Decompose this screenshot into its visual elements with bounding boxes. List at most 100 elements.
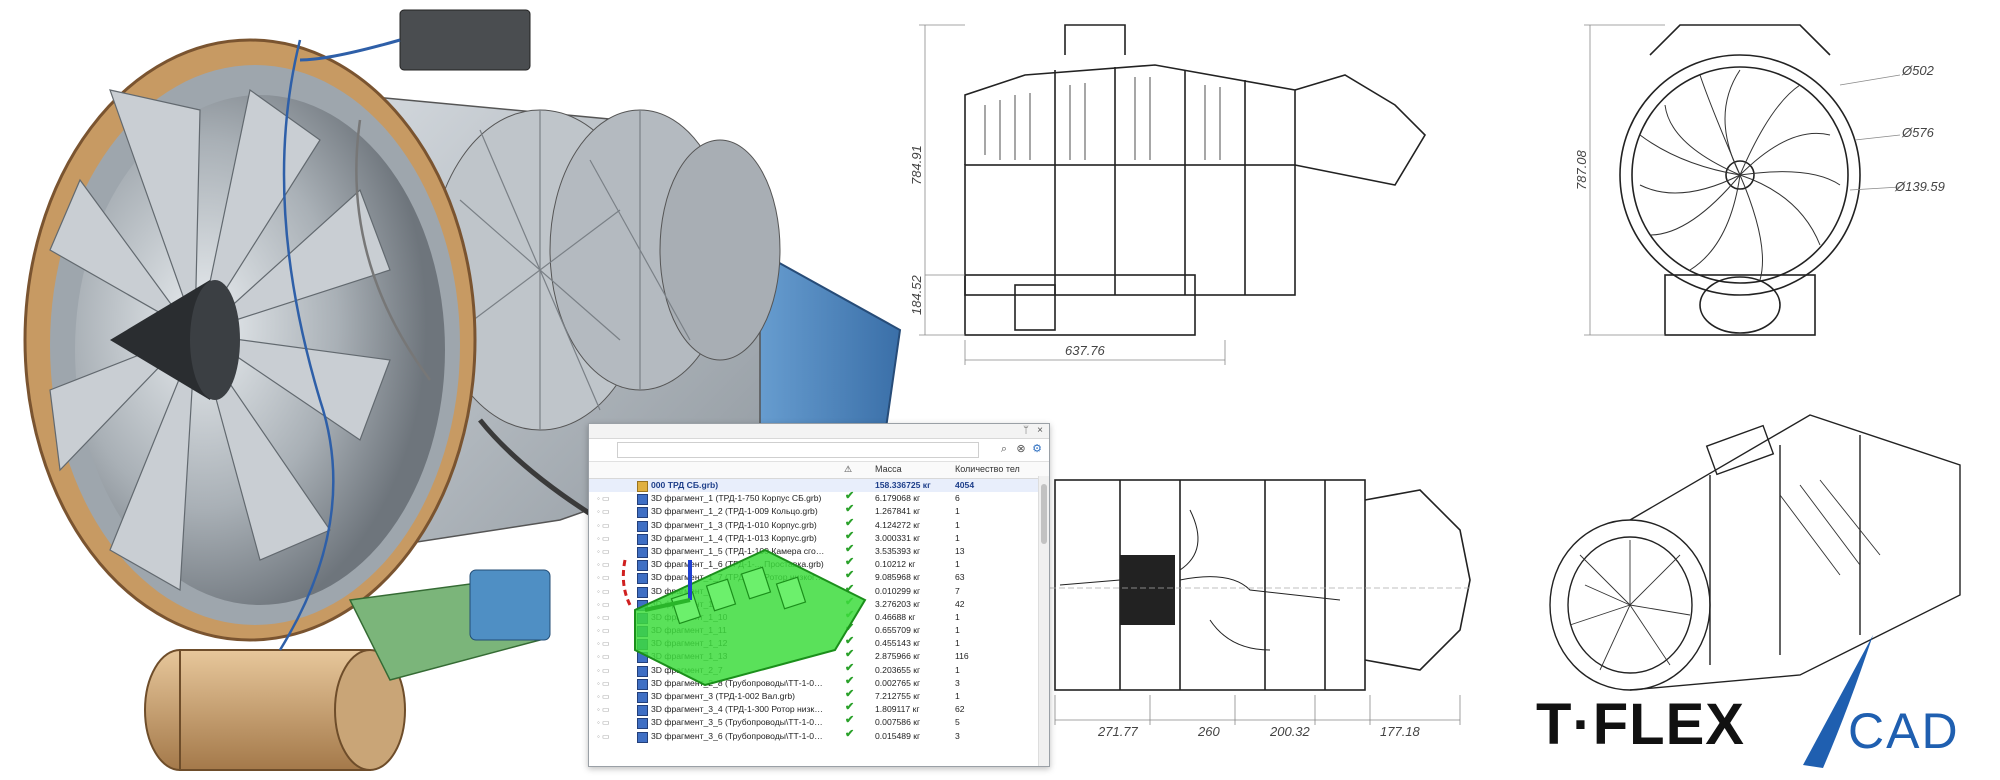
part-icon <box>637 507 648 519</box>
pin-icon[interactable]: ᛘ <box>1023 424 1029 438</box>
row-count: 3 <box>955 677 960 688</box>
row-mass: 0.010299 кг <box>875 585 921 596</box>
visibility-icon[interactable]: ◦ ▭ <box>597 493 610 504</box>
row-mass: 0.655709 кг <box>875 625 921 636</box>
root-mass: 158.336725 кг <box>875 480 931 490</box>
row-name: 3D фрагмент_3 (ТРД-1-002 Вал.grb) <box>651 691 795 701</box>
root-name: 000 ТРД СБ.grb) <box>651 480 719 490</box>
dim-dia-576: Ø576 <box>1901 125 1935 140</box>
tree-row[interactable]: ◦ ▭ 3D фрагмент_1 (ТРД-1-750 Корпус СБ.gr… <box>589 491 1049 506</box>
dim-bottom-4: 177.18 <box>1380 724 1421 739</box>
front-view-drawing: 787.08 Ø502 Ø576 Ø139.59 <box>1574 24 1945 336</box>
dim-height-lower: 184.52 <box>909 274 924 315</box>
tree-scrollbar[interactable] <box>1038 476 1049 766</box>
gear-icon[interactable]: ⚙ <box>1030 442 1044 456</box>
row-count: 1 <box>955 638 960 649</box>
clear-icon[interactable]: ⊗ <box>1014 442 1028 456</box>
tree-row[interactable]: ◦ ▭ 3D фрагмент_1_3 (ТРД-1-010 Корпус.grb… <box>589 516 1049 532</box>
tree-row[interactable]: ◦ ▭ 3D фрагмент_3_6 (Трубопроводы\ТТ-1-06… <box>589 728 1049 743</box>
row-count: 116 <box>955 651 969 662</box>
isometric-drawing <box>1549 414 1961 691</box>
selected-part-highlight <box>621 548 867 687</box>
visibility-icon[interactable]: ◦ ▭ <box>597 506 610 517</box>
row-count: 42 <box>955 598 965 609</box>
row-mass: 7.212755 кг <box>875 691 921 701</box>
row-mass: 0.10212 кг <box>875 559 916 570</box>
search-icon[interactable]: ⌕ <box>997 442 1011 456</box>
row-mass: 0.015489 кг <box>875 730 921 741</box>
assembly-icon <box>637 481 648 492</box>
visibility-icon[interactable]: ◦ ▭ <box>597 731 610 742</box>
visibility-icon[interactable]: ◦ ▭ <box>597 599 610 610</box>
visibility-icon[interactable]: ◦ ▭ <box>597 665 610 676</box>
row-mass: 0.46688 кг <box>875 611 916 622</box>
bottom-view-drawing: 271.77 260 200.32 177.18 <box>1050 479 1471 739</box>
dim-bottom-3: 200.32 <box>1269 724 1311 739</box>
visibility-icon[interactable]: ◦ ▭ <box>597 572 610 583</box>
warning-icon: ⚠ <box>844 464 853 474</box>
row-count: 1 <box>955 506 960 517</box>
tree-row[interactable]: ◦ ▭ 3D фрагмент_1_2 (ТРД-1-009 Кольцо.grb… <box>589 503 1049 519</box>
visibility-icon[interactable]: ◦ ▭ <box>597 704 610 715</box>
visibility-icon[interactable]: ◦ ▭ <box>597 651 610 662</box>
visibility-icon[interactable]: ◦ ▭ <box>597 612 610 623</box>
dim-front-height: 787.08 <box>1574 149 1589 190</box>
part-icon <box>637 494 648 506</box>
visibility-icon[interactable]: ◦ ▭ <box>597 625 610 636</box>
row-count: 1 <box>955 691 960 701</box>
row-name: 3D фрагмент_3_4 (ТРД-1-300 Ротор низкого… <box>651 704 826 715</box>
visibility-icon[interactable]: ◦ ▭ <box>597 586 610 597</box>
close-icon[interactable]: × <box>1037 424 1043 438</box>
dim-length: 637.76 <box>1065 343 1106 358</box>
row-mass: 3.276203 кг <box>875 598 921 609</box>
visibility-icon[interactable]: ◦ ▭ <box>597 638 610 649</box>
row-name: 3D фрагмент_3_5 (Трубопроводы\ТТ-1-014 Т… <box>651 717 826 728</box>
gizmo-rotate <box>621 559 632 606</box>
column-count[interactable]: Количество тел <box>955 464 1020 474</box>
part-icon <box>637 692 648 703</box>
tflex-cad-logo: T·FLEX CAD <box>1530 635 1980 770</box>
root-count: 4054 <box>955 480 975 490</box>
tree-filter-input[interactable] <box>617 442 979 458</box>
row-count: 5 <box>955 717 960 728</box>
row-count: 63 <box>955 572 965 583</box>
tree-row[interactable]: ◦ ▭ 3D фрагмент_3_4 (ТРД-1-300 Ротор низк… <box>589 701 1049 717</box>
visibility-icon[interactable]: ◦ ▭ <box>597 546 610 557</box>
scroll-thumb[interactable] <box>1041 484 1047 544</box>
row-mass: 9.085968 кг <box>875 572 921 583</box>
row-mass: 4.124272 кг <box>875 519 921 530</box>
side-view-drawing: 784.91 184.52 637.76 <box>909 24 1427 365</box>
tree-row[interactable]: ◦ ▭ 3D фрагмент_3 (ТРД-1-002 Вал.grb) ✔ 7.2… <box>589 688 1049 703</box>
tree-row[interactable]: ◦ ▭ 3D фрагмент_3_5 (Трубопроводы\ТТ-1-01… <box>589 714 1049 730</box>
row-mass: 1.267841 кг <box>875 506 921 517</box>
row-name: 3D фрагмент_1_2 (ТРД-1-009 Кольцо.grb) <box>651 506 818 517</box>
check-icon: ✔ <box>845 714 855 727</box>
part-icon <box>637 731 648 743</box>
row-name: 3D фрагмент_1_3 (ТРД-1-010 Корпус.grb) <box>651 519 817 530</box>
visibility-icon[interactable]: ◦ ▭ <box>597 533 610 544</box>
dim-height-total: 784.91 <box>909 145 924 185</box>
row-mass: 2.875966 кг <box>875 651 921 662</box>
tree-root-row[interactable]: 000 ТРД СБ.grb) 158.336725 кг 4054 <box>589 479 1049 493</box>
row-count: 1 <box>955 559 960 570</box>
visibility-icon[interactable]: ◦ ▭ <box>597 520 610 531</box>
part-icon <box>637 718 648 730</box>
row-count: 1 <box>955 611 960 622</box>
row-mass: 0.455143 кг <box>875 638 921 649</box>
visibility-icon[interactable]: ◦ ▭ <box>597 559 610 570</box>
row-count: 62 <box>955 704 965 715</box>
row-mass: 3.535393 кг <box>875 545 921 556</box>
visibility-icon[interactable]: ◦ ▭ <box>597 691 610 702</box>
row-mass: 0.002765 кг <box>875 677 921 688</box>
check-icon: ✔ <box>845 503 855 516</box>
row-name: 3D фрагмент_3_6 (Трубопроводы\ТТ-1-061 Т… <box>651 730 826 741</box>
check-icon: ✔ <box>845 701 855 714</box>
column-mass[interactable]: Масса <box>875 464 902 474</box>
check-icon: ✔ <box>845 516 855 529</box>
visibility-icon[interactable]: ◦ ▭ <box>597 678 610 689</box>
row-count: 1 <box>955 519 960 530</box>
row-count: 3 <box>955 730 960 741</box>
row-count: 7 <box>955 585 960 596</box>
visibility-icon[interactable]: ◦ ▭ <box>597 717 610 728</box>
check-icon: ✔ <box>845 688 855 700</box>
